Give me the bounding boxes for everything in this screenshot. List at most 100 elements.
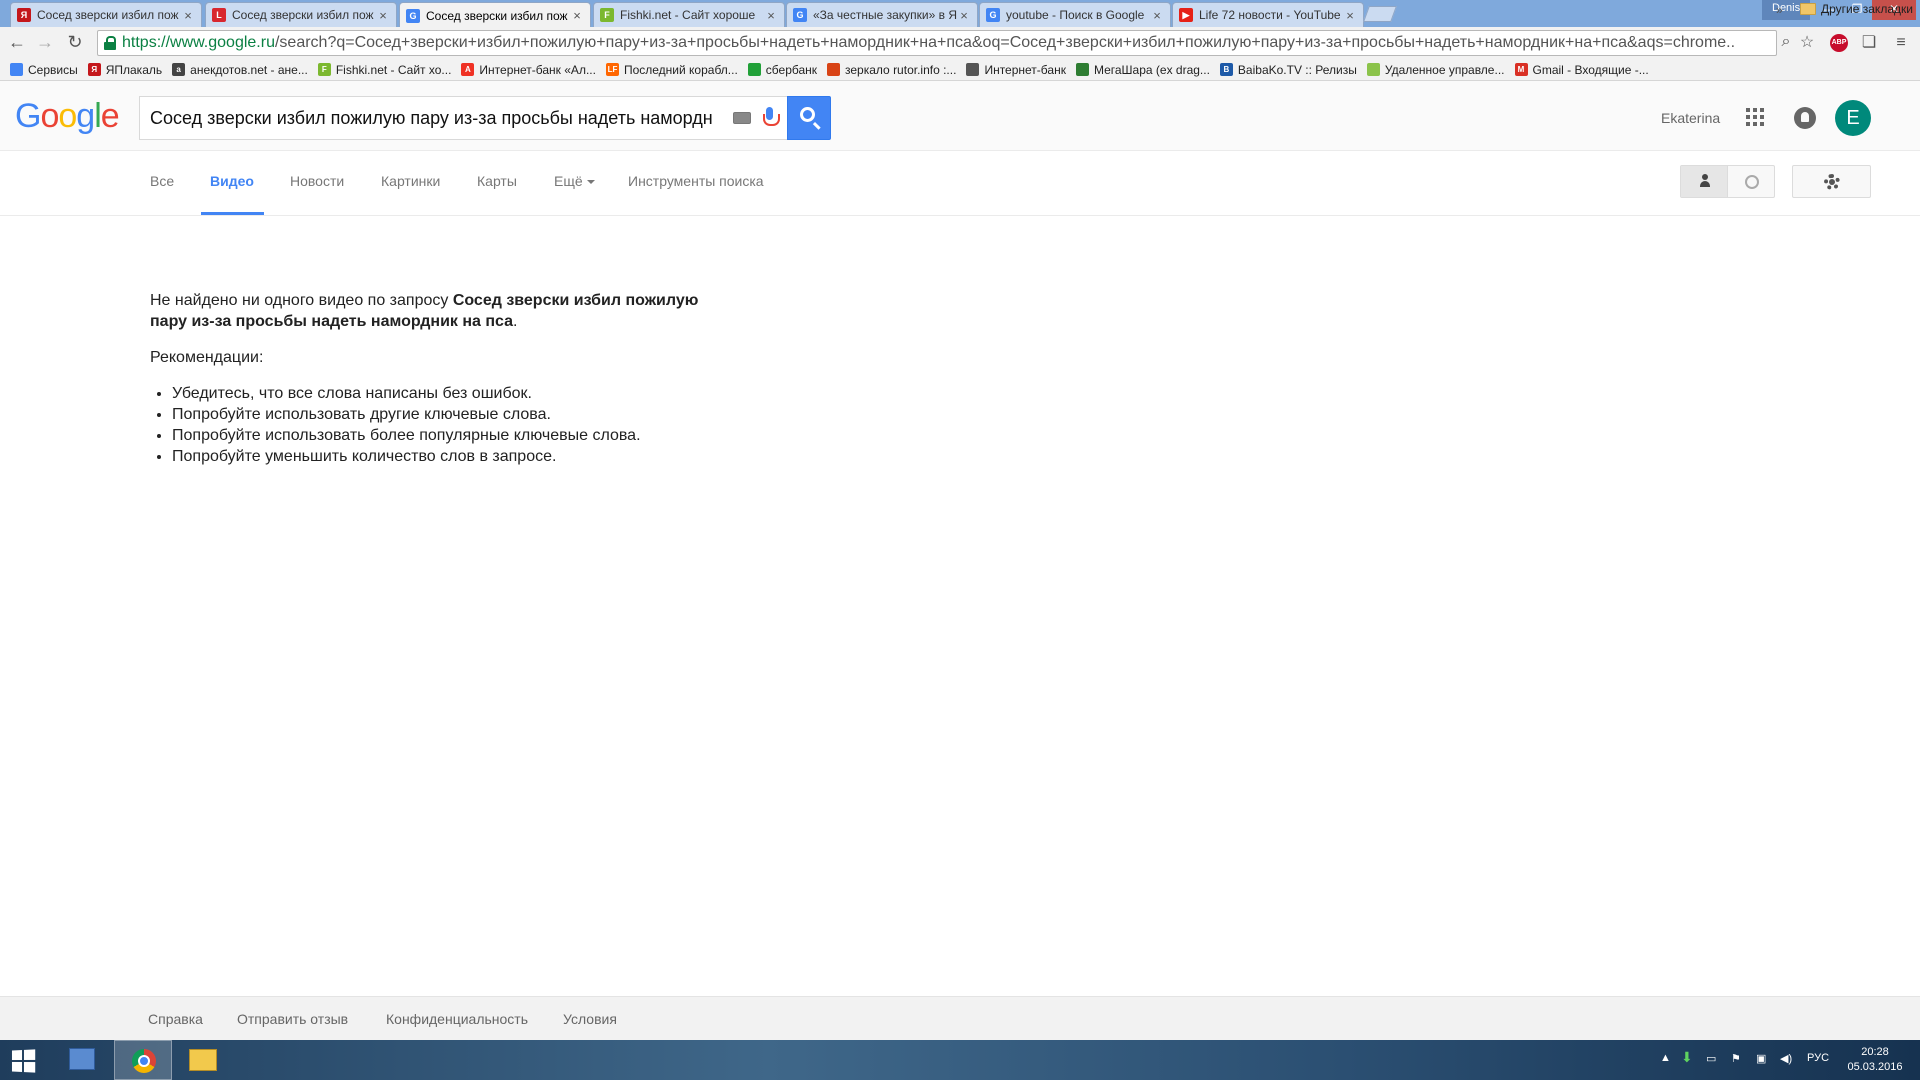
globe-icon xyxy=(1745,175,1759,189)
bookmark-favicon-icon xyxy=(1075,63,1089,76)
browser-tab[interactable]: ▶ Life 72 новости - YouTube × xyxy=(1172,2,1364,27)
tab-title: Fishki.net - Сайт хороше xyxy=(620,8,756,22)
list-item: Попробуйте использовать другие ключевые … xyxy=(172,404,710,425)
tab-more[interactable]: Ещё xyxy=(554,173,595,189)
bookmarks-overflow-icon[interactable]: » xyxy=(1776,3,1783,17)
tab-close-icon[interactable]: × xyxy=(570,8,584,23)
bookmark-favicon-icon xyxy=(10,63,23,76)
hide-personal-results-button[interactable] xyxy=(1728,166,1774,197)
notifications-icon[interactable] xyxy=(1794,107,1816,129)
bookmark-item[interactable]: Удаленное управле... xyxy=(1366,63,1505,77)
chrome-menu-icon[interactable]: ≡ xyxy=(1892,34,1910,52)
tab-close-icon[interactable]: × xyxy=(181,8,195,23)
tab-maps[interactable]: Карты xyxy=(477,173,517,189)
bookmark-item[interactable]: сбербанк xyxy=(747,63,817,77)
adblock-icon[interactable]: ABP xyxy=(1830,34,1848,52)
bookmark-label: Сервисы xyxy=(28,62,78,77)
forward-icon[interactable]: → xyxy=(32,31,58,55)
recommendations-title: Рекомендации: xyxy=(150,349,264,366)
tab-close-icon[interactable]: × xyxy=(1150,8,1164,23)
keyboard-icon[interactable] xyxy=(733,112,751,124)
back-icon[interactable]: ← xyxy=(4,31,30,55)
microphone-icon[interactable] xyxy=(763,107,780,129)
google-logo[interactable]: Google xyxy=(15,97,120,136)
tab-news[interactable]: Новости xyxy=(290,173,344,189)
tab-close-icon[interactable]: × xyxy=(1343,8,1357,23)
bookmark-label: анекдотов.net - ане... xyxy=(190,62,308,77)
bookmark-item[interactable]: Я ЯПлакаль xyxy=(87,63,162,77)
bookmark-item[interactable]: А Интернет-банк «Ал... xyxy=(461,63,596,77)
tray-expand-icon[interactable]: ▲ xyxy=(1660,1052,1671,1064)
search-button[interactable] xyxy=(787,96,831,140)
tab-images[interactable]: Картинки xyxy=(381,173,440,189)
bookmark-item[interactable]: Сервисы xyxy=(10,63,78,77)
avatar[interactable]: E xyxy=(1835,100,1871,136)
settings-button[interactable] xyxy=(1792,165,1871,198)
input-language[interactable]: РУС xyxy=(1807,1052,1829,1064)
taskbar-app-explorer[interactable] xyxy=(175,1040,233,1080)
apps-grid-icon[interactable] xyxy=(1746,108,1764,126)
search-tools-button[interactable]: Инструменты поиска xyxy=(628,173,764,189)
action-center-icon[interactable]: ▣ xyxy=(1756,1052,1766,1065)
reload-icon[interactable]: ↻ xyxy=(62,31,88,55)
tab-title: «За честные закупки» в Я xyxy=(813,8,957,22)
bookmark-favicon-icon: Я xyxy=(87,63,101,76)
personal-results-button[interactable] xyxy=(1681,166,1728,197)
tab-more-label: Ещё xyxy=(554,173,583,189)
personal-results-toggle[interactable] xyxy=(1680,165,1775,198)
volume-icon[interactable]: ◀) xyxy=(1780,1052,1792,1065)
network-icon[interactable]: ⚑ xyxy=(1731,1052,1741,1065)
tab-close-icon[interactable]: × xyxy=(957,8,971,23)
download-icon[interactable]: ⬇ xyxy=(1681,1049,1693,1066)
system-clock[interactable]: 20:28 05.03.2016 xyxy=(1840,1045,1910,1075)
user-name[interactable]: Ekaterina xyxy=(1661,110,1720,126)
tab-close-icon[interactable]: × xyxy=(376,8,390,23)
clock-date: 05.03.2016 xyxy=(1847,1061,1903,1073)
footer-link-terms[interactable]: Условия xyxy=(563,1011,617,1027)
footer-link-help[interactable]: Справка xyxy=(148,1011,203,1027)
taskbar-app-chrome[interactable] xyxy=(114,1040,172,1080)
browser-tab[interactable]: L Сосед зверски избил пож × xyxy=(205,2,397,27)
browser-tab[interactable]: G «За честные закупки» в Я × xyxy=(786,2,978,27)
bookmark-favicon-icon xyxy=(966,63,980,76)
taskbar-app-server-manager[interactable] xyxy=(53,1040,111,1080)
bookmark-item[interactable]: а анекдотов.net - ане... xyxy=(172,63,308,77)
browser-tab[interactable]: Я Сосед зверски избил пож × xyxy=(10,2,202,27)
bookmark-favicon-icon: F xyxy=(317,63,331,76)
footer-link-feedback[interactable]: Отправить отзыв xyxy=(237,1011,348,1027)
zoom-icon[interactable]: ⌕ xyxy=(1777,33,1795,51)
tray-app-icon[interactable]: ▭ xyxy=(1706,1052,1716,1065)
bookmark-item[interactable]: F Fishki.net - Сайт хо... xyxy=(317,63,451,77)
extension-icon[interactable]: ❏ xyxy=(1860,34,1878,52)
search-input[interactable]: Сосед зверски избил пожилую пару из-за п… xyxy=(139,96,787,140)
search-nav: Все Видео Новости Картинки Карты Ещё Инс… xyxy=(0,151,1920,216)
person-icon xyxy=(1700,174,1710,188)
windows-start-icon[interactable] xyxy=(11,1049,36,1073)
tab-favicon-icon: G xyxy=(406,8,420,23)
bookmark-item[interactable]: LF Последний корабл... xyxy=(605,63,738,77)
lock-icon xyxy=(104,36,116,50)
new-tab-button[interactable] xyxy=(1363,6,1397,22)
tab-close-icon[interactable]: × xyxy=(764,8,778,23)
bookmarks-bar: Сервисы Я ЯПлакаль а анекдотов.net - ане... F… xyxy=(0,59,1920,81)
bookmark-item[interactable]: зеркало rutor.info :... xyxy=(827,63,956,77)
tab-video[interactable]: Видео xyxy=(210,173,254,189)
bookmark-item[interactable]: МегаШара (ex drag... xyxy=(1075,63,1210,77)
logo-letter: g xyxy=(76,97,95,135)
browser-tab[interactable]: G youtube - Поиск в Google × xyxy=(979,2,1171,27)
bookmark-item[interactable]: M Gmail - Входящие -... xyxy=(1514,63,1649,77)
browser-tab-active[interactable]: G Сосед зверски избил пож × xyxy=(399,2,591,28)
tab-all[interactable]: Все xyxy=(150,173,174,189)
no-results-message: Не найдено ни одного видео по запросу Со… xyxy=(150,290,710,332)
bookmark-favicon-icon xyxy=(827,63,841,76)
address-bar[interactable]: https://www.google.ru/search?q=Сосед+зве… xyxy=(97,30,1777,56)
bookmark-star-icon[interactable]: ☆ xyxy=(1798,34,1816,52)
bookmark-item[interactable]: Интернет-банк xyxy=(966,63,1066,77)
footer-link-privacy[interactable]: Конфиденциальность xyxy=(386,1011,528,1027)
tab-favicon-icon: G xyxy=(793,8,807,22)
server-icon xyxy=(69,1048,95,1070)
list-item: Попробуйте уменьшить количество слов в з… xyxy=(172,446,710,467)
browser-tab[interactable]: F Fishki.net - Сайт хороше × xyxy=(593,2,785,27)
bookmark-item[interactable]: B BaibaKo.TV :: Релизы xyxy=(1219,63,1357,77)
other-bookmarks[interactable]: Другие закладки xyxy=(1800,2,1913,16)
